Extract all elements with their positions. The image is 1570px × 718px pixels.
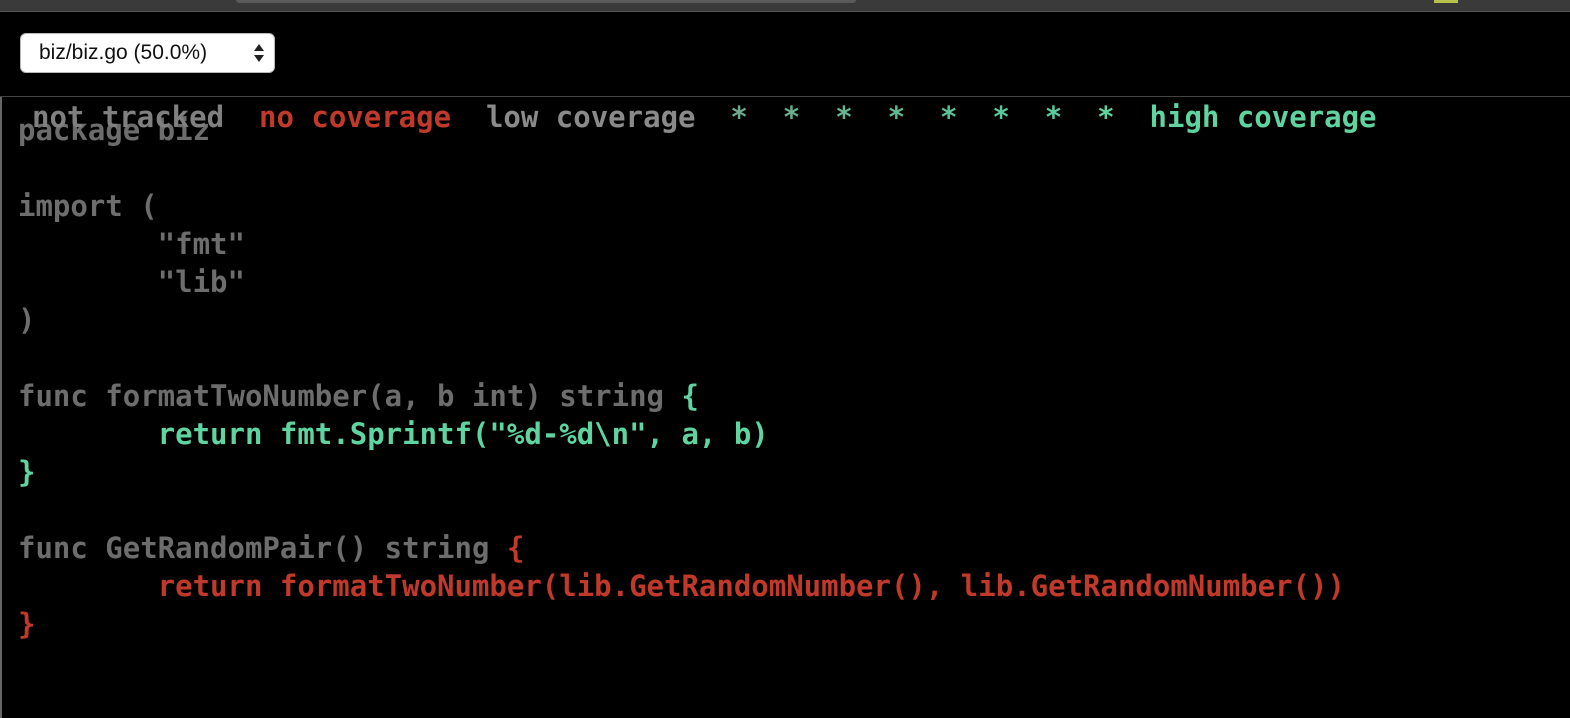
- uncovered-code-line: }: [18, 607, 36, 641]
- file-select-value: biz/biz.go (50.0%): [39, 41, 208, 64]
- address-bar[interactable]: [236, 0, 856, 3]
- covered-brace: {: [681, 379, 699, 413]
- extension-icon[interactable]: [1434, 0, 1458, 3]
- legend-high-coverage: high coverage: [1149, 100, 1377, 134]
- legend-star: *: [1097, 100, 1115, 134]
- code-line: "fmt": [18, 227, 245, 261]
- legend-star: *: [992, 100, 1010, 134]
- code-line: import (: [18, 189, 158, 223]
- updown-arrows-icon: [254, 44, 264, 62]
- legend-star: *: [730, 100, 748, 134]
- legend-star: *: [887, 100, 906, 134]
- covered-code-line: return fmt.Sprintf("%d-%d\n", a, b): [18, 417, 769, 451]
- covered-code-line: }: [18, 455, 36, 489]
- legend-star: *: [939, 100, 958, 134]
- coverage-legend: not tracked no coverage low coverage * *…: [32, 97, 1377, 137]
- code-view: package biz import ( "fmt" "lib" ) func …: [0, 97, 1570, 718]
- legend-not-tracked: not tracked: [32, 100, 225, 134]
- uncovered-code-line: return formatTwoNumber(lib.GetRandomNumb…: [18, 569, 1345, 603]
- legend-no-coverage: no coverage: [258, 100, 452, 134]
- code-line: ): [18, 303, 36, 337]
- legend-stars: * * * * * * * *: [730, 100, 1149, 134]
- source-code: package biz import ( "fmt" "lib" ) func …: [18, 111, 1345, 643]
- code-line: func GetRandomPair() string: [18, 531, 507, 565]
- legend-star: *: [1044, 100, 1063, 134]
- header: biz/biz.go (50.0%): [0, 12, 1570, 97]
- file-select[interactable]: biz/biz.go (50.0%): [20, 33, 275, 73]
- code-line: func formatTwoNumber(a, b int) string: [18, 379, 682, 413]
- browser-chrome-bar: [0, 0, 1570, 12]
- uncovered-brace: {: [506, 531, 525, 565]
- legend-star: *: [835, 100, 853, 134]
- code-line: "lib": [18, 265, 245, 299]
- legend-star: *: [782, 100, 801, 134]
- legend-low-coverage: low coverage: [485, 100, 696, 134]
